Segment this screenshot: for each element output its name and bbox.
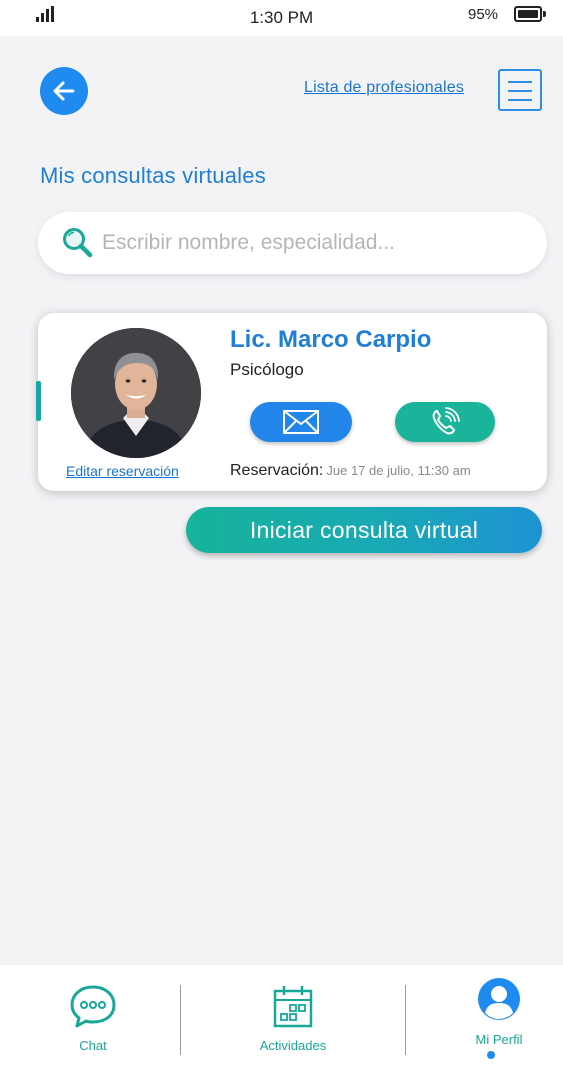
email-button[interactable] xyxy=(250,402,352,442)
page-title: Mis consultas virtuales xyxy=(40,163,266,188)
professional-role: Psicólogo xyxy=(230,360,304,379)
reservation-label: Reservación: xyxy=(230,462,324,479)
search-input[interactable] xyxy=(102,212,522,274)
arrow-left-icon xyxy=(53,81,75,101)
edit-reservation-link[interactable]: Editar reservación xyxy=(66,463,179,479)
battery-icon xyxy=(514,6,546,22)
search-bar xyxy=(38,212,547,274)
mail-icon xyxy=(283,410,319,434)
chat-icon xyxy=(70,985,116,1028)
nav-profile[interactable]: Mi Perfil xyxy=(446,965,552,1067)
hamburger-icon xyxy=(508,81,532,83)
user-icon xyxy=(478,978,520,1020)
status-bar: 1:30 PM 95% xyxy=(0,0,563,36)
active-indicator xyxy=(487,1051,495,1059)
search-icon xyxy=(63,228,93,258)
battery-percent: 95% xyxy=(468,6,499,23)
call-button[interactable] xyxy=(395,402,495,442)
back-button[interactable] xyxy=(40,67,88,115)
card-indicator xyxy=(36,381,41,421)
professional-name: Lic. Marco Carpio xyxy=(230,326,432,353)
nav-profile-label: Mi Perfil xyxy=(475,1032,523,1047)
start-virtual-consultation-button[interactable]: Iniciar consulta virtual xyxy=(186,507,542,553)
avatar xyxy=(71,328,201,458)
nav-divider xyxy=(405,985,406,1055)
phone-icon xyxy=(432,407,460,435)
reservation-info: Reservación: Jue 17 de julio, 11:30 am xyxy=(230,462,471,480)
calendar-icon xyxy=(273,986,313,1028)
professional-photo xyxy=(71,328,201,458)
bottom-nav: Chat Actividades Mi Perfil xyxy=(0,965,563,1067)
nav-activities[interactable]: Actividades xyxy=(240,965,346,1067)
menu-button[interactable] xyxy=(498,69,542,111)
nav-divider xyxy=(180,985,181,1055)
professionals-list-link[interactable]: Lista de profesionales xyxy=(304,79,464,97)
nav-chat[interactable]: Chat xyxy=(40,965,146,1067)
nav-activities-label: Actividades xyxy=(259,1038,327,1053)
nav-chat-label: Chat xyxy=(79,1038,107,1053)
reservation-date: Jue 17 de julio, 11:30 am xyxy=(326,463,471,478)
